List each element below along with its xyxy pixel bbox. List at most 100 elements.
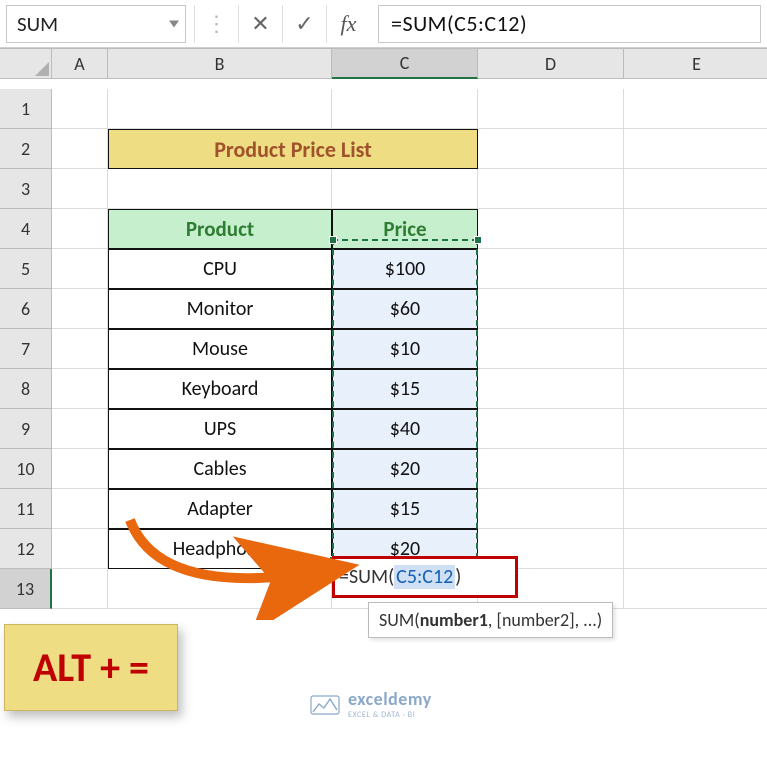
cell-D2[interactable] xyxy=(478,129,624,169)
cell-A5[interactable] xyxy=(52,249,108,289)
cell-D1[interactable] xyxy=(478,89,624,129)
cell-E1[interactable] xyxy=(624,89,767,129)
product-name: Adapter xyxy=(187,497,253,521)
row-header-10[interactable]: 10 xyxy=(0,449,52,489)
cell-B10[interactable]: Cables xyxy=(108,449,332,489)
cell-D8[interactable] xyxy=(478,369,624,409)
cell-A12[interactable] xyxy=(52,529,108,569)
cell-A2[interactable] xyxy=(52,129,108,169)
cell-E2[interactable] xyxy=(624,129,767,169)
selection-handle[interactable] xyxy=(329,236,337,244)
cell-E5[interactable] xyxy=(624,249,767,289)
name-box[interactable]: SUM xyxy=(6,5,186,43)
col-header-D[interactable]: D xyxy=(478,49,624,79)
cell-B5[interactable]: CPU xyxy=(108,249,332,289)
product-price: $100 xyxy=(385,257,426,281)
row-header-6[interactable]: 6 xyxy=(0,289,52,329)
cell-D4[interactable] xyxy=(478,209,624,249)
cell-A7[interactable] xyxy=(52,329,108,369)
header-price[interactable]: Price xyxy=(332,209,478,249)
cell-D3[interactable] xyxy=(478,169,624,209)
cell-E9[interactable] xyxy=(624,409,767,449)
row-header-2[interactable]: 2 xyxy=(0,129,52,169)
cell-B3[interactable] xyxy=(108,169,332,209)
row-header-12[interactable]: 12 xyxy=(0,529,52,569)
formula-bar: SUM ⋮ ✕ ✓ fx =SUM(C5:C12) xyxy=(0,0,767,48)
cell-C6[interactable]: $60 xyxy=(332,289,478,329)
cell-D7[interactable] xyxy=(478,329,624,369)
row-header-11[interactable]: 11 xyxy=(0,489,52,529)
cell-C11[interactable]: $15 xyxy=(332,489,478,529)
cell-A3[interactable] xyxy=(52,169,108,209)
cell-B6[interactable]: Monitor xyxy=(108,289,332,329)
title-cell[interactable]: Product Price List xyxy=(108,129,478,169)
watermark-icon xyxy=(310,692,340,716)
cell-C8[interactable]: $15 xyxy=(332,369,478,409)
cell-A4[interactable] xyxy=(52,209,108,249)
active-formula-cell[interactable]: =SUM(C5:C12) xyxy=(332,556,518,598)
product-price: $40 xyxy=(390,417,420,441)
cell-C1[interactable] xyxy=(332,89,478,129)
cell-B8[interactable]: Keyboard xyxy=(108,369,332,409)
row-header-9[interactable]: 9 xyxy=(0,409,52,449)
formula-bar-buttons: ⋮ ✕ ✓ fx xyxy=(194,5,370,43)
cell-A13[interactable] xyxy=(52,569,108,609)
cell-B12[interactable]: Headphone xyxy=(108,529,332,569)
col-header-C[interactable]: C xyxy=(332,49,478,79)
cell-C7[interactable]: $10 xyxy=(332,329,478,369)
cell-B11[interactable]: Adapter xyxy=(108,489,332,529)
col-header-A[interactable]: A xyxy=(52,49,108,79)
cell-E4[interactable] xyxy=(624,209,767,249)
cell-D11[interactable] xyxy=(478,489,624,529)
cancel-icon[interactable]: ✕ xyxy=(238,5,282,43)
cell-D9[interactable] xyxy=(478,409,624,449)
row-header-1[interactable]: 1 xyxy=(0,89,52,129)
cell-B7[interactable]: Mouse xyxy=(108,329,332,369)
spreadsheet-grid[interactable]: A B C D E 1 2 Product Price List 3 4 Pro… xyxy=(0,48,767,609)
cell-B1[interactable] xyxy=(108,89,332,129)
cell-A9[interactable] xyxy=(52,409,108,449)
col-header-E[interactable]: E xyxy=(624,49,767,79)
header-product[interactable]: Product xyxy=(108,209,332,249)
expand-icon[interactable]: ⋮ xyxy=(194,5,238,43)
formula-prefix: =SUM( xyxy=(339,565,394,589)
tooltip-rest: , [number2], ...) xyxy=(488,609,602,631)
shortcut-callout: ALT + = xyxy=(4,624,178,711)
cell-A1[interactable] xyxy=(52,89,108,129)
cell-E12[interactable] xyxy=(624,529,767,569)
row-header-5[interactable]: 5 xyxy=(0,249,52,289)
cell-D5[interactable] xyxy=(478,249,624,289)
cell-E10[interactable] xyxy=(624,449,767,489)
col-header-B[interactable]: B xyxy=(108,49,332,79)
formula-input[interactable]: =SUM(C5:C12) xyxy=(378,5,761,43)
cell-E3[interactable] xyxy=(624,169,767,209)
cell-D10[interactable] xyxy=(478,449,624,489)
select-all-cell[interactable] xyxy=(0,49,52,79)
cell-E11[interactable] xyxy=(624,489,767,529)
fx-icon[interactable]: fx xyxy=(326,5,370,43)
cell-B13[interactable] xyxy=(108,569,332,609)
cell-C5[interactable]: $100 xyxy=(332,249,478,289)
cell-C10[interactable]: $20 xyxy=(332,449,478,489)
enter-icon[interactable]: ✓ xyxy=(282,5,326,43)
cell-C3[interactable] xyxy=(332,169,478,209)
cell-E13[interactable] xyxy=(624,569,767,609)
row-header-7[interactable]: 7 xyxy=(0,329,52,369)
cell-D6[interactable] xyxy=(478,289,624,329)
watermark: exceldemy EXCEL & DATA · BI xyxy=(310,688,432,720)
cell-A8[interactable] xyxy=(52,369,108,409)
row-header-4[interactable]: 4 xyxy=(0,209,52,249)
cell-A6[interactable] xyxy=(52,289,108,329)
cell-E6[interactable] xyxy=(624,289,767,329)
cell-A10[interactable] xyxy=(52,449,108,489)
cell-E8[interactable] xyxy=(624,369,767,409)
row-header-8[interactable]: 8 xyxy=(0,369,52,409)
cell-E7[interactable] xyxy=(624,329,767,369)
selection-handle[interactable] xyxy=(474,236,482,244)
row-header-3[interactable]: 3 xyxy=(0,169,52,209)
cell-B9[interactable]: UPS xyxy=(108,409,332,449)
chevron-down-icon[interactable] xyxy=(169,20,179,27)
row-header-13[interactable]: 13 xyxy=(0,569,52,609)
cell-C9[interactable]: $40 xyxy=(332,409,478,449)
cell-A11[interactable] xyxy=(52,489,108,529)
